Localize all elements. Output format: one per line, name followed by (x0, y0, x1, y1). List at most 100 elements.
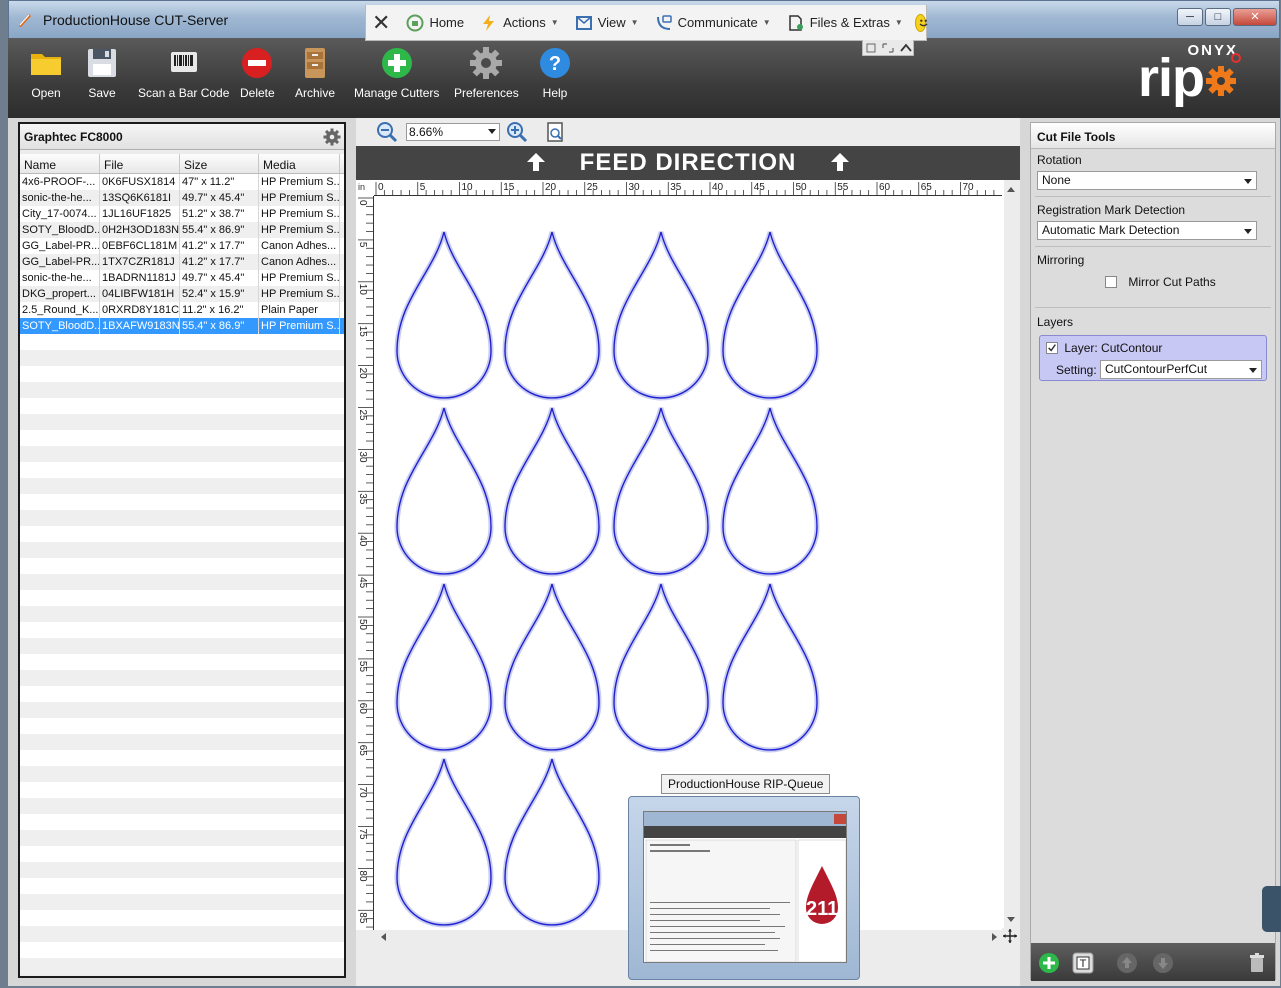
remote-close-icon[interactable]: ✕ (366, 10, 398, 36)
table-row[interactable]: SOTY_BloodD... 0H2H3OD183N 55.4" x 86.9" HP… (20, 222, 344, 238)
table-row[interactable]: DKG_propert... 04LIBFW181H 52.4" x 15.9" HP… (20, 286, 344, 302)
text-layer-icon[interactable]: T (1071, 951, 1095, 975)
remote-actions-button[interactable]: Actions ▼ (472, 5, 567, 40)
column-header-size[interactable]: Size (180, 154, 259, 173)
save-label: Save (88, 86, 116, 100)
empty-row (20, 462, 344, 478)
scan-barcode-button[interactable]: Scan a Bar Code (138, 46, 229, 100)
maximize-button[interactable]: □ (1205, 8, 1231, 26)
remote-home-button[interactable]: Home (398, 5, 472, 40)
table-row[interactable]: 2.5_Round_K... 0RXRD8Y181C 11.2" x 16.2" Pl… (20, 302, 344, 318)
zoom-level-select[interactable]: 8.66% (406, 123, 500, 141)
zoom-out-icon[interactable] (376, 121, 398, 143)
droplet-cut-path[interactable] (504, 231, 600, 399)
remote-files-extras-label: Files & Extras (809, 15, 890, 30)
pan-move-icon[interactable] (1002, 928, 1018, 944)
ruler-unit: in (358, 182, 366, 192)
empty-row (20, 814, 344, 830)
ruler-label: 55 (837, 182, 849, 193)
droplet-cut-path[interactable] (396, 583, 492, 751)
remote-toolbar-collapse[interactable] (862, 40, 914, 56)
droplet-cut-path[interactable] (722, 583, 818, 751)
cutter-job-panel: Graphtec FC8000 Name File Size Media 4x6… (18, 122, 346, 978)
table-row[interactable]: SOTY_BloodD... 1BXAFW9183N 55.4" x 86.9" HP… (20, 318, 344, 334)
table-cell: HP Premium S... (261, 286, 340, 302)
manage-cutters-button[interactable]: Manage Cutters (354, 46, 439, 100)
trash-icon[interactable] (1245, 951, 1269, 975)
remote-files-extras-button[interactable]: Files & Extras ▼ (779, 5, 911, 40)
droplet-cut-path[interactable] (396, 407, 492, 575)
empty-row (20, 766, 344, 782)
move-layer-down-icon[interactable] (1151, 951, 1175, 975)
archive-button[interactable]: Archive (295, 46, 335, 100)
help-button[interactable]: ? Help (538, 46, 572, 100)
remote-view-button[interactable]: View ▼ (567, 5, 647, 40)
droplet-cut-path[interactable] (722, 231, 818, 399)
table-cell: 55.4" x 86.9" (180, 222, 259, 238)
delete-button[interactable]: Delete (240, 46, 275, 100)
remote-actions-label: Actions (503, 15, 546, 30)
collapse-chevron-icon (866, 43, 912, 53)
layer-row[interactable]: Layer: CutContour (1046, 341, 1162, 355)
empty-row (20, 430, 344, 446)
cutter-settings-gear-icon[interactable] (323, 128, 341, 146)
table-row[interactable]: 4x6-PROOF-... 0K6FUSX1814 47" x 11.2" HP Pr… (20, 174, 344, 190)
column-header-name[interactable]: Name (20, 154, 100, 173)
minimize-button[interactable]: ─ (1177, 8, 1203, 26)
move-layer-up-icon[interactable] (1115, 951, 1139, 975)
ruler-label: 85 (357, 912, 368, 924)
floppy-icon (88, 49, 116, 77)
open-button[interactable]: Open (29, 46, 63, 100)
empty-rows (20, 334, 344, 974)
droplet-cut-path[interactable] (504, 758, 600, 926)
droplet-cut-path[interactable] (722, 407, 818, 575)
rip-queue-preview-image (644, 812, 846, 962)
divider (1035, 246, 1271, 247)
droplet-cut-path[interactable] (504, 407, 600, 575)
droplet-cut-path[interactable] (613, 407, 709, 575)
vertical-scrollbar[interactable] (1004, 180, 1018, 930)
droplet-cut-path[interactable] (396, 231, 492, 399)
remote-view-label: View (597, 15, 626, 30)
droplet-cut-path[interactable] (613, 583, 709, 751)
add-layer-icon[interactable] (1037, 951, 1061, 975)
brand-gear-icon (1206, 66, 1236, 96)
table-row[interactable]: GG_Label-PR... 1TX7CZR181J 41.2" x 17.7" Ca… (20, 254, 344, 270)
table-row[interactable]: GG_Label-PR... 0EBF6CL181M 41.2" x 17.7" Ca… (20, 238, 344, 254)
preferences-button[interactable]: Preferences (454, 46, 519, 100)
registration-select[interactable]: Automatic Mark Detection (1037, 221, 1257, 240)
table-cell: 0H2H3OD183N (102, 222, 180, 238)
droplet-cut-path[interactable] (504, 583, 600, 751)
table-row[interactable]: sonic-the-he... 1BADRN1181J 49.7" x 45.4" H… (20, 270, 344, 286)
side-panel-tab[interactable] (1262, 886, 1281, 932)
rotation-select[interactable]: None (1037, 171, 1257, 190)
table-row[interactable]: sonic-the-he... 13SQ6K6181I 49.7" x 45.4" H… (20, 190, 344, 206)
droplet-cut-path[interactable] (613, 231, 709, 399)
cut-path-halo (720, 231, 820, 401)
table-cell: 1TX7CZR181J (100, 254, 180, 270)
layer-checkbox[interactable] (1046, 342, 1058, 354)
empty-row (20, 718, 344, 734)
remote-communicate-button[interactable]: Communicate ▼ (647, 5, 779, 40)
help-icon: ? (540, 48, 570, 78)
mirror-cut-paths-checkbox[interactable] (1105, 276, 1117, 288)
job-table: Name File Size Media 4x6-PROOF-... 0K6FUS… (20, 154, 344, 974)
save-button[interactable]: Save (85, 46, 119, 100)
table-cell: sonic-the-he... (20, 190, 100, 206)
close-window-button[interactable]: ✕ (1233, 8, 1277, 26)
cut-path-halo (611, 407, 711, 577)
table-cell: 0K6FUSX1814 (100, 174, 180, 190)
droplet-cut-path[interactable] (396, 758, 492, 926)
rip-queue-thumbnail[interactable]: 211 (628, 796, 860, 980)
layer-setting-select[interactable]: CutContourPerfCut (1100, 360, 1262, 379)
zoom-in-icon[interactable] (506, 121, 528, 143)
empty-row (20, 734, 344, 750)
column-header-media[interactable]: Media (259, 154, 340, 173)
mirror-cut-paths-row[interactable]: Mirror Cut Paths (1105, 275, 1216, 289)
table-row[interactable]: City_17-0074... 1JL16UF1825 51.2" x 38.7" H… (20, 206, 344, 222)
svg-text:?: ? (549, 53, 561, 75)
table-cell: 1BADRN1181J (100, 270, 180, 286)
column-header-file[interactable]: File (100, 154, 180, 173)
fit-page-icon[interactable] (544, 121, 566, 143)
smiley-icon[interactable] (914, 13, 928, 32)
